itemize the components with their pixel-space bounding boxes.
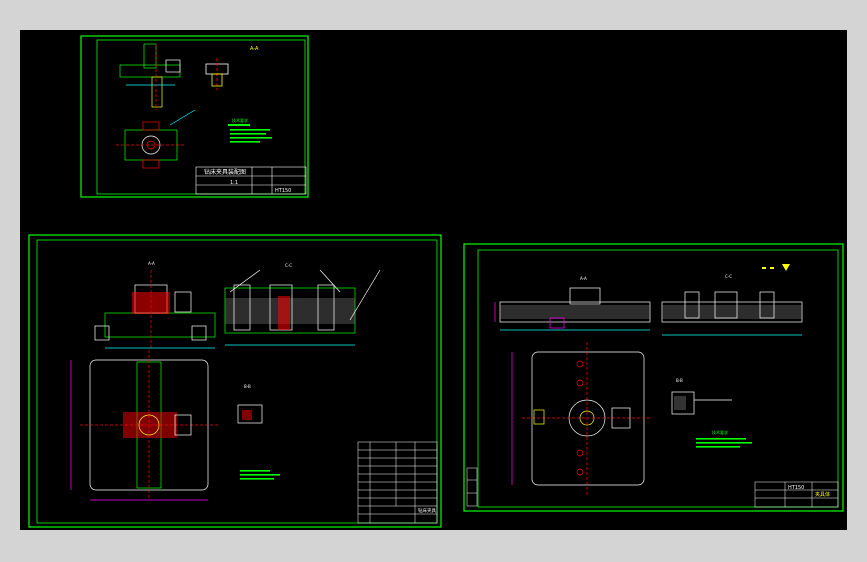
sheet-2-section-label-side: C-C	[285, 263, 292, 268]
sheet-2-detail-view	[237, 404, 263, 424]
sheet-3-notes-heading: 技术要求	[712, 429, 728, 435]
sheet-1-front-view	[119, 43, 181, 110]
sheet-3-drawing-name: 夹具体	[815, 491, 830, 498]
sheet-1-drawing-name: 钻床夹具装配图	[204, 168, 246, 176]
sheet-1-outer-frame	[80, 35, 309, 198]
sheet-2-side-view	[224, 269, 381, 346]
sheet-3-material: HT150	[788, 485, 804, 491]
sheet-2-front-view	[94, 270, 216, 350]
sheet-1-scale: 1:1	[230, 180, 238, 186]
sheet-2-plan-view	[70, 350, 220, 501]
sheet-3-outer-frame	[463, 243, 844, 512]
sheet-2-section-label-front: A-A	[148, 261, 155, 266]
sheet-2-drawing-name: 钻床夹具	[418, 507, 436, 514]
sheet-2[interactable]: A-A C-C B-B 钻床夹具	[28, 234, 442, 528]
sheet-1-side-view	[205, 58, 229, 90]
sheet-1-material: HT150	[275, 188, 291, 194]
sheet-3-tech-notes	[696, 438, 752, 448]
sheet-3-section-aa	[494, 287, 651, 331]
sheet-3-detail-view	[671, 391, 732, 415]
sheet-3[interactable]: A-A C-C B-B 技术要求 HT150 夹具体	[463, 243, 844, 512]
cad-model-space-viewport[interactable]: 钻床夹具装配图 1:1 HT150 A-A 技术要求 A-A C-C B-B 钻…	[20, 30, 847, 530]
sheet-1-tech-notes	[228, 124, 272, 143]
sheet-1-inner-frame	[96, 39, 306, 195]
sheet-1-section-label: A-A	[250, 46, 259, 52]
sheet-3-section-label-aa: A-A	[580, 276, 587, 281]
sheet-3-revision-column	[466, 467, 478, 507]
sheet-2-inner-frame	[36, 239, 438, 524]
cad-drawing-canvas[interactable]: 钻床夹具装配图 1:1 HT150 A-A 技术要求 A-A C-C B-B 钻…	[20, 30, 847, 530]
sheet-1-plan-view	[116, 109, 196, 169]
sheet-3-section-label-cc: C-C	[725, 274, 732, 279]
sheet-3-roughness-mark	[762, 264, 790, 271]
sheet-3-plan-view	[511, 342, 652, 495]
sheet-2-outer-frame	[28, 234, 442, 528]
sheet-1[interactable]: 钻床夹具装配图 1:1 HT150 A-A 技术要求	[80, 35, 309, 198]
sheet-3-section-label-bb: B-B	[676, 378, 683, 383]
sheet-2-section-label-detail: B-B	[244, 384, 251, 389]
sheet-3-section-cc	[661, 291, 803, 336]
sheet-2-notes	[240, 470, 280, 480]
sheet-1-notes-heading: 技术要求	[232, 117, 248, 123]
